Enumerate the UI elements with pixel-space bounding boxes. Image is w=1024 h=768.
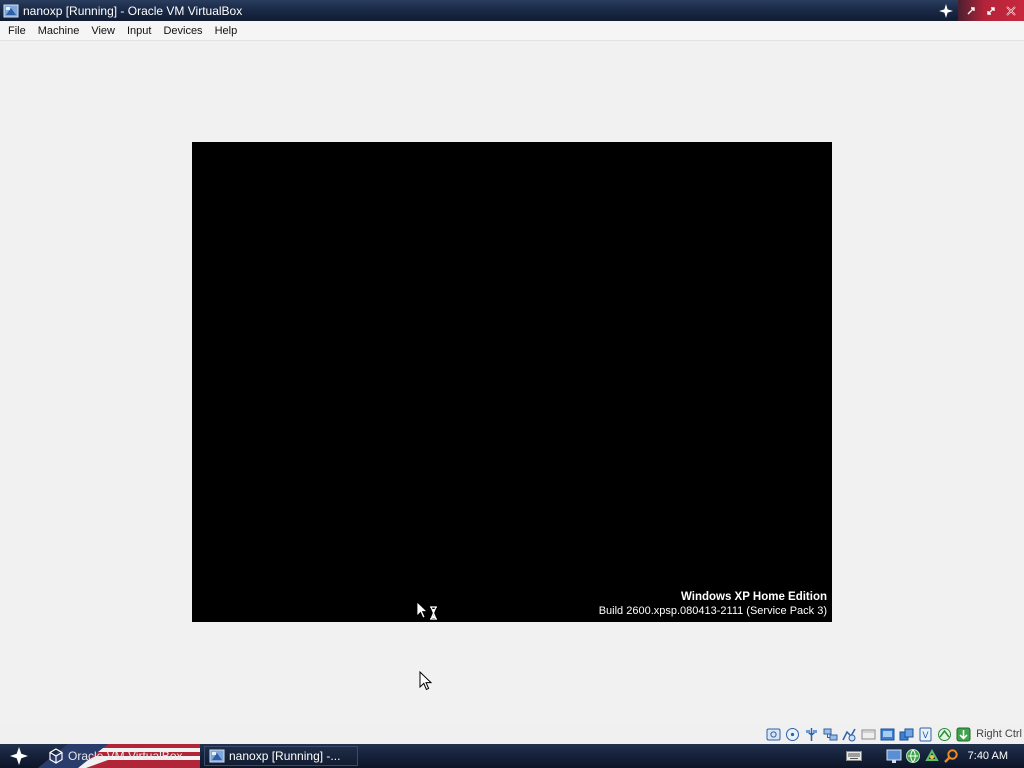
recycle-icon[interactable] — [924, 748, 940, 764]
menu-help[interactable]: Help — [209, 21, 244, 41]
hard-disk-icon[interactable] — [765, 726, 782, 743]
monitor-icon[interactable] — [886, 748, 902, 764]
vm-display[interactable]: Windows XP Home Edition Build 2600.xpsp.… — [192, 142, 832, 622]
taskbar: Oracle VM VirtualBox nanoxp [Running] -.… — [0, 744, 1024, 768]
os-edition-text: Windows XP Home Edition — [681, 591, 827, 603]
menu-machine[interactable]: Machine — [32, 21, 86, 41]
mouse-cursor-icon — [419, 671, 433, 691]
taskbar-item-nanoxp[interactable]: nanoxp [Running] -... — [204, 746, 358, 766]
menu-devices[interactable]: Devices — [157, 21, 208, 41]
host-key-label: Right Ctrl — [976, 728, 1022, 740]
taskbar-item-virtualbox[interactable]: Oracle VM VirtualBox — [44, 746, 198, 766]
menu-input[interactable]: Input — [121, 21, 157, 41]
clock[interactable]: 7:40 AM — [968, 750, 1008, 762]
minimize-button[interactable] — [964, 4, 978, 18]
menu-view[interactable]: View — [85, 21, 121, 41]
menu-bar: File Machine View Input Devices Help — [0, 21, 1024, 41]
star-icon[interactable] — [936, 0, 956, 21]
network-icon[interactable] — [905, 748, 921, 764]
os-build-text: Build 2600.xpsp.080413-2111 (Service Pac… — [598, 605, 827, 617]
taskbar-item-label: nanoxp [Running] -... — [229, 749, 341, 763]
title-bar[interactable]: nanoxp [Running] - Oracle VM VirtualBox — [0, 0, 1024, 21]
keyboard-capture-icon[interactable] — [936, 726, 953, 743]
svg-text:V: V — [923, 731, 930, 741]
busy-cursor-icon — [416, 601, 437, 620]
star-icon — [10, 747, 28, 765]
video-capture-icon[interactable] — [879, 726, 896, 743]
display-icon[interactable] — [860, 726, 877, 743]
shared-folders-icon[interactable] — [841, 726, 858, 743]
window-title: nanoxp [Running] - Oracle VM VirtualBox — [23, 3, 243, 18]
virtualbox-window: nanoxp [Running] - Oracle VM VirtualBox … — [0, 0, 1024, 744]
window-buttons — [958, 0, 1024, 21]
mouse-integration-icon[interactable] — [898, 726, 915, 743]
menu-file[interactable]: File — [2, 21, 32, 41]
system-tray: 7:40 AM — [845, 744, 1024, 768]
keyboard-icon[interactable] — [845, 748, 862, 764]
virtualization-icon[interactable]: V — [917, 726, 934, 743]
maximize-button[interactable] — [984, 4, 998, 18]
network-icon[interactable] — [822, 726, 839, 743]
close-button[interactable] — [1004, 4, 1018, 18]
virtualbox-cube-icon — [49, 748, 63, 764]
additions-icon[interactable] — [955, 726, 972, 743]
taskbar-item-label: Oracle VM VirtualBox — [68, 749, 183, 763]
search-icon[interactable] — [943, 748, 959, 764]
device-indicators: V Right Ctrl — [765, 725, 1024, 743]
usb-icon[interactable] — [803, 726, 820, 743]
optical-drive-icon[interactable] — [784, 726, 801, 743]
vm-window-icon — [3, 4, 19, 17]
vm-window-icon — [209, 749, 225, 763]
status-bar: V Right Ctrl — [0, 724, 1024, 744]
title-controls — [936, 0, 1024, 21]
start-button[interactable] — [0, 744, 38, 768]
